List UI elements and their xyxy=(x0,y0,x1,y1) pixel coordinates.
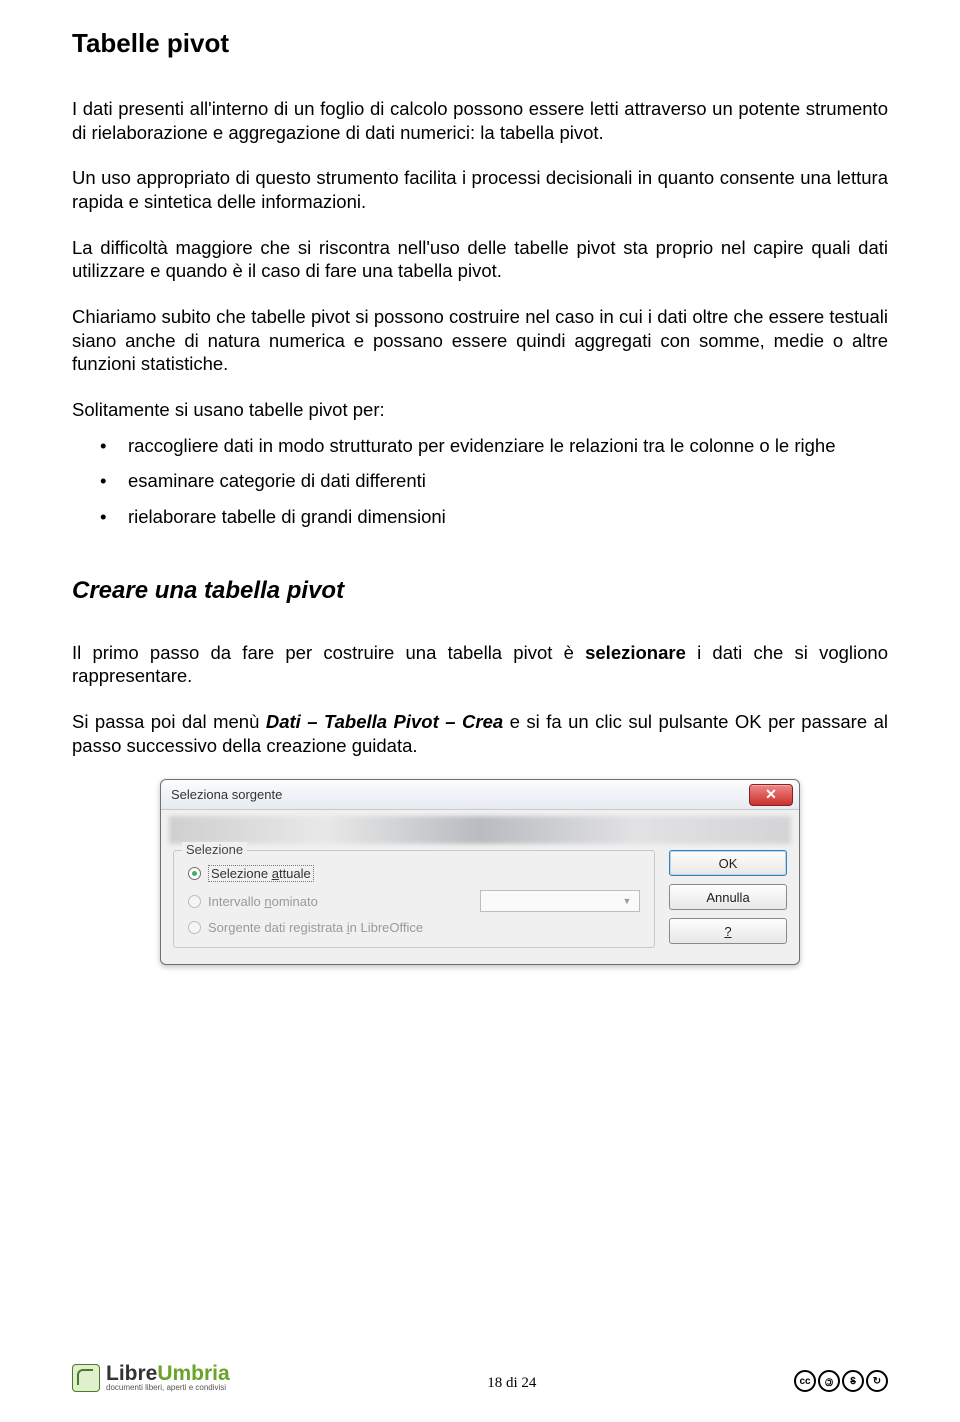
fieldset-legend: Selezione xyxy=(182,842,247,857)
selezione-fieldset: Selezione Selezione attuale Intervallo n… xyxy=(173,850,655,948)
nc-icon: $ xyxy=(842,1370,864,1392)
close-button[interactable]: ✕ xyxy=(749,784,793,806)
libreumbria-logo: LibreUmbria documenti liberi, aperti e c… xyxy=(72,1363,230,1392)
intervallo-combo[interactable]: ▼ xyxy=(480,890,640,912)
logo-icon xyxy=(72,1364,100,1392)
radio-icon xyxy=(188,921,201,934)
blurred-background xyxy=(169,816,791,844)
cancel-button[interactable]: Annulla xyxy=(669,884,787,910)
by-icon: 🄯 xyxy=(818,1370,840,1392)
chevron-down-icon: ▼ xyxy=(619,893,635,909)
close-icon: ✕ xyxy=(765,786,777,803)
paragraph: Un uso appropriato di questo strumento f… xyxy=(72,166,888,213)
dialog-titlebar: Seleziona sorgente ✕ xyxy=(161,780,799,810)
bullet-list: raccogliere dati in modo strutturato per… xyxy=(72,434,888,529)
paragraph: Il primo passo da fare per costruire una… xyxy=(72,641,888,688)
list-intro: Solitamente si usano tabelle pivot per: xyxy=(72,398,888,422)
sa-icon: ↻ xyxy=(866,1370,888,1392)
section-heading: Creare una tabella pivot xyxy=(72,577,888,605)
ok-button[interactable]: OK xyxy=(669,850,787,876)
dialog-seleziona-sorgente: Seleziona sorgente ✕ Selezione Selezione… xyxy=(160,779,800,965)
cc-icon: cc xyxy=(794,1370,816,1392)
paragraph: Chiariamo subito che tabelle pivot si po… xyxy=(72,305,888,376)
list-item: rielaborare tabelle di grandi dimensioni xyxy=(72,505,888,529)
radio-icon xyxy=(188,867,201,880)
page-footer: LibreUmbria documenti liberi, aperti e c… xyxy=(72,1363,888,1392)
list-item: esaminare categorie di dati differenti xyxy=(72,469,888,493)
help-button[interactable]: ? xyxy=(669,918,787,944)
radio-icon xyxy=(188,895,201,908)
page-number: 18 di 24 xyxy=(487,1375,536,1392)
paragraph: I dati presenti all'interno di un foglio… xyxy=(72,97,888,144)
radio-sorgente-registrata[interactable]: Sorgente dati registrata in LibreOffice xyxy=(188,920,640,935)
paragraph: Si passa poi dal menù Dati – Tabella Piv… xyxy=(72,710,888,757)
dialog-title-text: Seleziona sorgente xyxy=(171,787,282,802)
radio-selezione-attuale[interactable]: Selezione attuale xyxy=(188,865,640,882)
radio-intervallo-nominato[interactable]: Intervallo nominato ▼ xyxy=(188,890,640,912)
list-item: raccogliere dati in modo strutturato per… xyxy=(72,434,888,458)
cc-license-badges: cc 🄯 $ ↻ xyxy=(794,1370,888,1392)
page-title: Tabelle pivot xyxy=(72,28,888,59)
paragraph: La difficoltà maggiore che si riscontra … xyxy=(72,236,888,283)
